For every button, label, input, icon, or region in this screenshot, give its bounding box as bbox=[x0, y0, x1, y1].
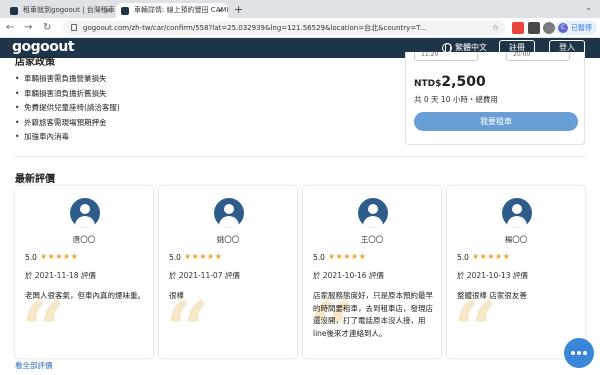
extensions-puzzle-icon[interactable] bbox=[543, 22, 555, 34]
return-time-field[interactable]: 20:00 bbox=[506, 52, 570, 61]
user-avatar-icon bbox=[358, 198, 388, 228]
tab-title: 租車就到gogoout | 台灣租車_比 bbox=[23, 6, 115, 14]
address-bar[interactable]: gogoout.com/zh-tw/car/confirm/558?lat=25… bbox=[63, 21, 505, 35]
review-score: 5.0 bbox=[25, 253, 37, 262]
policy-list: 車輛損害需負擔營業損失 車輛損害須負擔折舊損失 免費提供兒童座椅(請洽客服) 外… bbox=[15, 72, 120, 145]
booking-card: 11:20 20:00 NTD$2,500 共 0 天 10 小時・總費用 我要… bbox=[405, 52, 585, 145]
star-rating-icon: ★★★★★ bbox=[328, 252, 367, 261]
total-price: NTD$2,500 bbox=[414, 74, 486, 90]
extension-icon[interactable] bbox=[512, 22, 524, 34]
reviewer-name: 楊〇〇 bbox=[504, 235, 528, 244]
see-all-reviews-link[interactable]: 看全部評價 bbox=[15, 360, 53, 371]
reviewer-name: 唐〇〇 bbox=[72, 235, 96, 244]
review-card: 王〇〇 5.0 ★★★★★ 於 2021-10-16 評價 “ 店家服務態度好，… bbox=[303, 186, 441, 358]
section-divider bbox=[15, 156, 585, 157]
review-text: 很棒 bbox=[169, 291, 184, 300]
browser-tab-1[interactable]: 租車就到gogoout | 台灣租車_比 ✕ bbox=[5, 3, 115, 18]
review-date: 於 2021-11-07 評價 bbox=[169, 271, 240, 280]
profile-status: 已暫停 bbox=[571, 24, 592, 32]
reviewer-name: 姚〇〇 bbox=[216, 235, 240, 244]
review-date: 於 2021-11-18 評價 bbox=[25, 271, 96, 280]
review-text: 店家服務態度好，只是原本預約最早的時間要租車，去到租車店，發現店還沒開，打了電話… bbox=[313, 291, 433, 338]
lock-icon bbox=[71, 24, 77, 31]
policy-item: 車輛損害需負擔營業損失 bbox=[15, 72, 120, 87]
reload-icon[interactable]: ↻ bbox=[43, 21, 51, 35]
extension-icon[interactable] bbox=[528, 22, 540, 34]
browser-toolbar: ← → ↻ gogoout.com/zh-tw/car/confirm/558?… bbox=[0, 18, 600, 38]
browser-tab-2[interactable]: 車輛詳情: 線上預約豐田 CAMR ✕ bbox=[116, 3, 228, 18]
user-avatar-icon bbox=[70, 198, 100, 228]
user-avatar-icon bbox=[214, 198, 244, 228]
price-currency: NTD$ bbox=[414, 79, 442, 89]
rent-car-button[interactable]: 我要租車 bbox=[414, 112, 578, 131]
review-score: 5.0 bbox=[313, 253, 325, 262]
close-tab-icon[interactable]: ✕ bbox=[217, 3, 224, 18]
chat-support-icon[interactable] bbox=[564, 338, 594, 368]
bookmark-star-icon[interactable]: ☆ bbox=[492, 21, 499, 35]
reviews-title: 最新評價 bbox=[15, 174, 55, 185]
gogoout-favicon-icon bbox=[10, 7, 18, 15]
tab-search-icon[interactable]: ⌄ bbox=[585, 3, 592, 12]
profile-button[interactable]: C 已暫停 bbox=[555, 21, 597, 35]
review-date: 於 2021-10-16 評價 bbox=[313, 271, 384, 280]
user-avatar-icon bbox=[502, 198, 532, 228]
url-text: gogoout.com/zh-tw/car/confirm/558?lat=25… bbox=[83, 24, 427, 32]
close-tab-icon[interactable]: ✕ bbox=[104, 3, 111, 18]
policy-item: 車輛損害須負擔折舊損失 bbox=[15, 87, 120, 102]
language-label: 繁體中文 bbox=[455, 43, 487, 52]
review-card: 唐〇〇 5.0 ★★★★★ 於 2021-11-18 評價 “ 老闆人很客氣，但… bbox=[15, 186, 153, 358]
star-rating-icon: ★★★★★ bbox=[472, 252, 511, 261]
back-icon[interactable]: ← bbox=[6, 21, 14, 35]
forward-icon[interactable]: → bbox=[24, 21, 32, 35]
browser-tab-bar: 租車就到gogoout | 台灣租車_比 ✕ 車輛詳情: 線上預約豐田 CAMR… bbox=[0, 0, 600, 18]
policy-item: 加強車內消毒 bbox=[15, 130, 120, 145]
price-amount: 2,500 bbox=[441, 74, 486, 90]
main-content: 店家政策 車輛損害需負擔營業損失 車輛損害須負擔折舊損失 免費提供兒童座椅(請洽… bbox=[0, 52, 600, 375]
new-tab-icon[interactable]: + bbox=[234, 3, 243, 16]
review-score: 5.0 bbox=[169, 253, 181, 262]
gogoout-logo[interactable]: gogoout bbox=[12, 38, 75, 57]
reviewer-name: 王〇〇 bbox=[360, 235, 384, 244]
review-card: 姚〇〇 5.0 ★★★★★ 於 2021-11-07 評價 “ 很棒 bbox=[159, 186, 297, 358]
review-text: 整體很棒 店家很友善 bbox=[457, 291, 527, 300]
review-date: 於 2021-10-13 評價 bbox=[457, 271, 528, 280]
review-card: 楊〇〇 5.0 ★★★★★ 於 2021-10-13 評價 “ 整體很棒 店家很… bbox=[447, 186, 585, 358]
profile-avatar: C bbox=[558, 23, 568, 33]
pickup-time-field[interactable]: 11:20 bbox=[414, 52, 478, 61]
policy-item: 免費提供兒童座椅(請洽客服) bbox=[15, 101, 120, 116]
tab-title: 車輛詳情: 線上預約豐田 CAMR bbox=[134, 6, 228, 14]
star-rating-icon: ★★★★★ bbox=[40, 252, 79, 261]
review-score: 5.0 bbox=[457, 253, 469, 262]
policy-item: 外籍旅客需現場預期押金 bbox=[15, 116, 120, 131]
policy-title: 店家政策 bbox=[15, 57, 55, 68]
star-rating-icon: ★★★★★ bbox=[184, 252, 223, 261]
rental-duration: 共 0 天 10 小時・總費用 bbox=[414, 95, 498, 104]
review-text: 老闆人很客氣，但車內真的煙味重。 bbox=[25, 291, 145, 300]
gogoout-favicon-icon bbox=[121, 7, 129, 15]
